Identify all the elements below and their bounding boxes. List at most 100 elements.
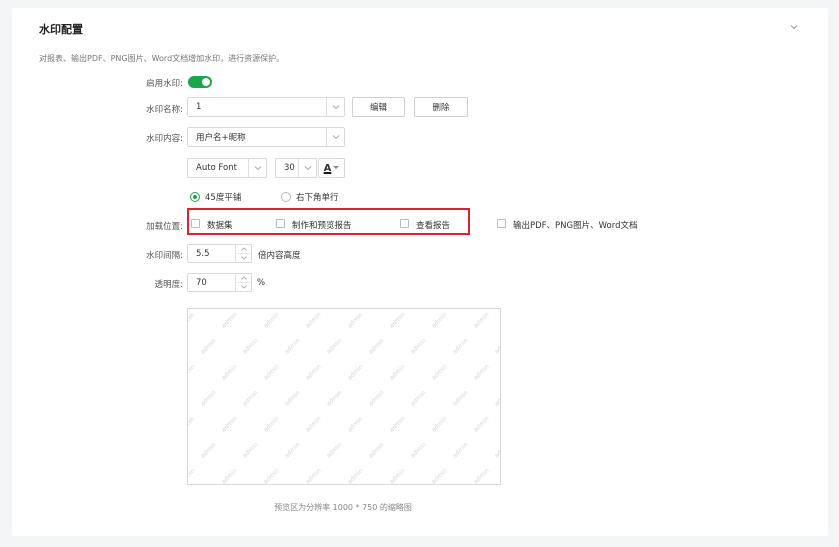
checkbox-make-preview-report[interactable]: [276, 219, 285, 228]
watermark-text: admin: [451, 389, 470, 408]
opacity-label: 透明度:: [154, 280, 183, 290]
watermark-text: admin: [262, 415, 281, 434]
watermark-text: admin: [262, 363, 281, 382]
stepper-up-icon[interactable]: [236, 274, 251, 283]
chevron-down-icon: [326, 98, 344, 116]
watermark-text: admin: [283, 337, 302, 356]
font-size-select[interactable]: 30: [275, 158, 317, 178]
layout-option-corner-label: 右下角单行: [296, 193, 339, 203]
watermark-text: admin: [493, 337, 501, 356]
delete-button[interactable]: 删除: [414, 97, 468, 117]
watermark-text: admin: [187, 467, 197, 485]
section-description: 对报表、输出PDF、PNG图片、Word文档增加水印，进行资源保护。: [39, 54, 285, 63]
watermark-text: admin: [472, 363, 491, 382]
watermark-text: admin: [262, 467, 281, 485]
stepper-up-icon[interactable]: [236, 245, 251, 254]
watermark-text: admin: [493, 389, 501, 408]
watermark-text: admin: [409, 389, 428, 408]
opacity-stepper[interactable]: 70: [187, 273, 252, 292]
watermark-text: admin: [199, 337, 218, 356]
layout-radio-tiled[interactable]: [190, 192, 200, 202]
watermark-text: admin: [187, 415, 197, 434]
spacing-value: 5.5: [196, 248, 210, 259]
watermark-text: admin: [187, 363, 197, 382]
stepper-down-icon[interactable]: [236, 254, 251, 263]
watermark-text: admin: [367, 389, 386, 408]
layout-option-tiled-label: 45度平铺: [205, 193, 242, 203]
watermark-text: admin: [430, 311, 449, 330]
checkbox-view-report[interactable]: [400, 219, 409, 228]
watermark-text: admin: [283, 441, 302, 460]
font-color-picker[interactable]: A: [318, 158, 345, 178]
enable-label: 启用水印:: [146, 79, 183, 89]
chevron-down-icon: [298, 159, 316, 177]
watermark-name-select[interactable]: 1: [187, 97, 345, 117]
watermark-text: admin: [472, 415, 491, 434]
watermark-text: admin: [325, 337, 344, 356]
option-make-preview-report-label: 制作和预览报告: [292, 221, 352, 231]
font-family-value: Auto Font: [196, 163, 237, 173]
watermark-text: admin: [325, 389, 344, 408]
watermark-name-value: 1: [196, 102, 202, 112]
opacity-suffix: %: [257, 278, 266, 288]
watermark-text: admin: [199, 389, 218, 408]
chevron-down-icon: [248, 159, 266, 177]
collapse-chevron-icon[interactable]: [790, 23, 798, 31]
watermark-text: admin: [430, 363, 449, 382]
option-view-report-label: 查看报告: [416, 221, 451, 231]
watermark-text: admin: [304, 415, 323, 434]
watermark-content-select[interactable]: 用户名+昵称: [187, 127, 345, 147]
watermark-text: admin: [472, 311, 491, 330]
watermark-preview-area: admin admin admin admin admin admin admin admin…: [187, 308, 501, 485]
watermark-text: admin: [199, 441, 218, 460]
checkbox-dataset[interactable]: [191, 219, 200, 228]
section-title: 水印配置: [39, 23, 83, 36]
layout-radio-corner[interactable]: [281, 192, 291, 202]
watermark-text: admin: [325, 441, 344, 460]
watermark-text: admin: [220, 415, 239, 434]
preview-caption: 预览区为分辨率 1000 * 750 的缩略图: [274, 503, 412, 512]
spacing-stepper[interactable]: 5.5: [187, 244, 252, 263]
checkbox-export-docs[interactable]: [497, 219, 506, 228]
watermark-text: admin: [388, 467, 407, 485]
watermark-text: admin: [367, 441, 386, 460]
watermark-text: admin: [262, 311, 281, 330]
spacing-suffix: 倍内容高度: [258, 251, 301, 261]
watermark-text: admin: [283, 389, 302, 408]
load-position-label: 加载位置:: [146, 222, 183, 232]
watermark-text: admin: [304, 467, 323, 485]
watermark-text: admin: [241, 389, 260, 408]
chevron-down-icon: [326, 128, 344, 146]
name-label: 水印名称:: [146, 105, 183, 115]
font-family-select[interactable]: Auto Font: [187, 158, 267, 178]
opacity-value: 70: [196, 277, 207, 288]
content-label: 水印内容:: [146, 134, 183, 144]
watermark-text: admin: [346, 363, 365, 382]
watermark-text: admin: [493, 441, 501, 460]
watermark-content-value: 用户名+昵称: [196, 133, 246, 143]
option-export-docs-label: 输出PDF、PNG图片、Word文档: [513, 221, 638, 231]
watermark-text: admin: [388, 311, 407, 330]
watermark-text: admin: [220, 467, 239, 485]
watermark-text: admin: [346, 311, 365, 330]
edit-button[interactable]: 编辑: [352, 97, 405, 117]
watermark-text: admin: [388, 363, 407, 382]
watermark-text: admin: [451, 441, 470, 460]
watermark-text: admin: [409, 441, 428, 460]
watermark-text: admin: [388, 415, 407, 434]
watermark-text: admin: [187, 311, 197, 330]
watermark-text: admin: [409, 337, 428, 356]
watermark-text: admin: [220, 311, 239, 330]
watermark-text: admin: [472, 467, 491, 485]
option-dataset-label: 数据集: [207, 221, 233, 231]
watermark-text: admin: [430, 467, 449, 485]
watermark-text: admin: [346, 415, 365, 434]
font-size-value: 30: [284, 163, 295, 173]
watermark-text: admin: [304, 311, 323, 330]
watermark-text: admin: [304, 363, 323, 382]
stepper-down-icon[interactable]: [236, 283, 251, 292]
watermark-text: admin: [367, 337, 386, 356]
font-color-icon: A: [323, 162, 332, 174]
enable-watermark-toggle[interactable]: [188, 76, 212, 88]
watermark-text: admin: [346, 467, 365, 485]
